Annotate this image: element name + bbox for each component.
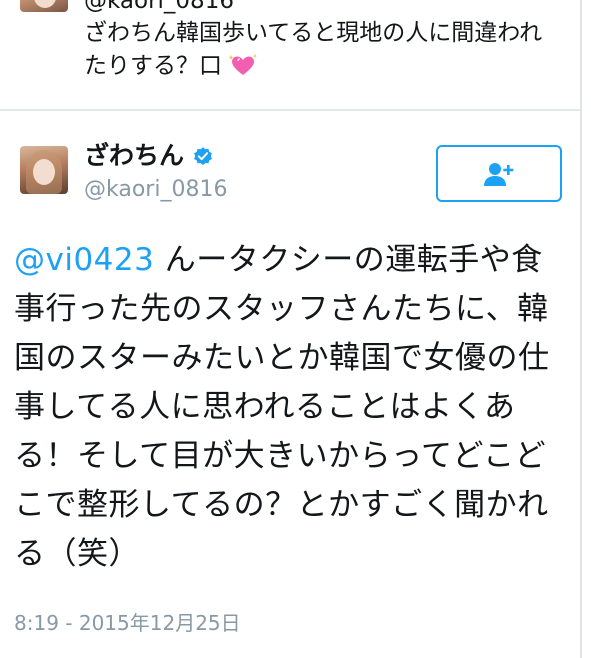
tweet-divider <box>0 109 580 111</box>
timeline-border <box>580 0 582 658</box>
mention-link[interactable]: @vi0423 <box>14 242 154 278</box>
previous-tweet[interactable]: @kaori_0816 ざわちん韓国歩いてると現地の人に間違われたりする？口 <box>0 0 580 110</box>
previous-tweet-handle[interactable]: @kaori_0816 <box>84 0 234 15</box>
display-name[interactable]: ざわちん <box>84 140 184 172</box>
follow-user-plus-icon <box>484 162 514 186</box>
user-handle[interactable]: @kaori_0816 <box>84 176 227 204</box>
tweet-text: @vi0423 んータクシーの運転手や食事行った先のスタッフさんたちに、韓国のス… <box>14 236 564 579</box>
timestamp[interactable]: 8:19 - 2015年12月25日 <box>14 610 241 636</box>
avatar[interactable] <box>20 146 68 194</box>
tweet-detail-view: @kaori_0816 ざわちん韓国歩いてると現地の人に間違われたりする？口 ざ… <box>0 0 591 658</box>
previous-tweet-text: ざわちん韓国歩いてると現地の人に間違われたりする？口 <box>84 17 564 83</box>
sparkling-heart-icon <box>229 54 258 75</box>
previous-tweet-text-body: ざわちん韓国歩いてると現地の人に間違われたりする？口 <box>84 20 543 79</box>
avatar-face <box>33 159 55 185</box>
follow-button[interactable] <box>436 145 562 202</box>
previous-tweet-avatar[interactable] <box>20 0 68 12</box>
verified-badge-icon <box>194 147 212 165</box>
tweet-text-body: んータクシーの運転手や食事行った先のスタッフさんたちに、韓国のスターみたいとか韓… <box>14 242 550 572</box>
